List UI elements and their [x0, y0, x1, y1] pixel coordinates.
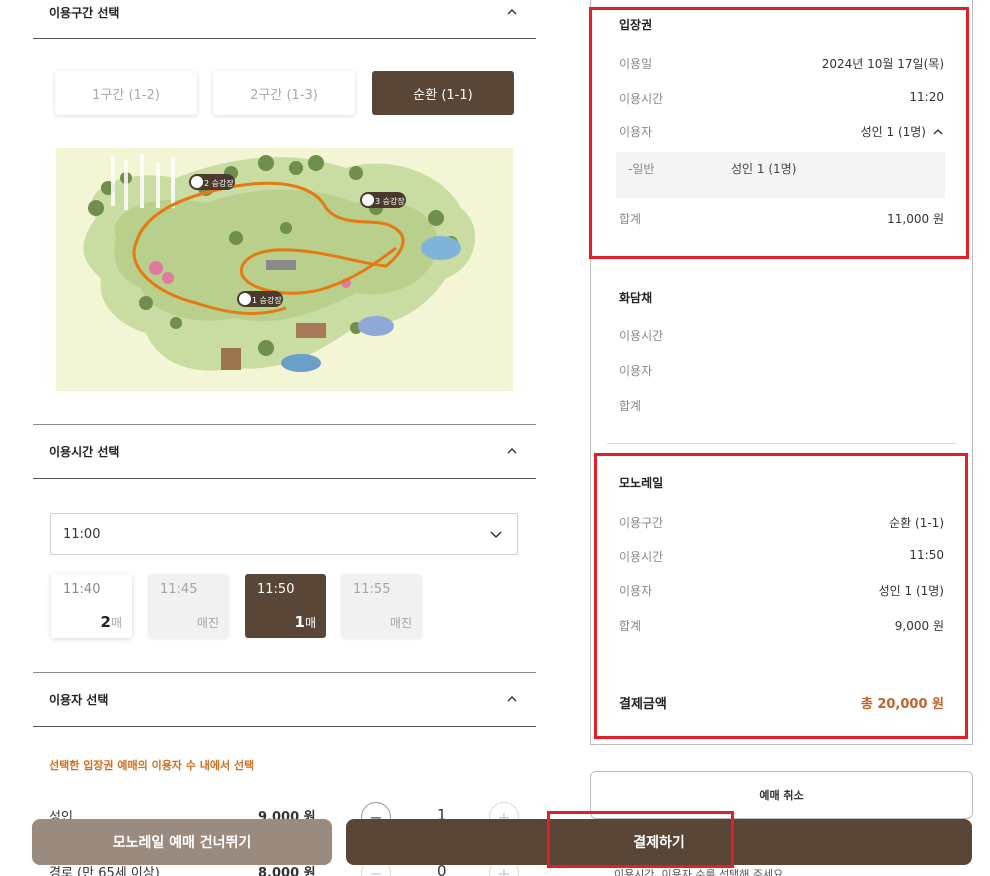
slot-time: 11:45: [160, 582, 198, 597]
time-section-title: 이용시간 선택: [49, 444, 120, 459]
chevron-up-icon: [507, 448, 517, 454]
divider: [33, 424, 536, 425]
cancel-reservation-button[interactable]: 예매 취소: [590, 771, 973, 819]
slot-time: 11:40: [63, 582, 101, 597]
divider: [33, 672, 536, 673]
hwadamchae-title: 화담채: [619, 291, 653, 305]
monorail-time-row: 이용시간 11:50: [619, 548, 944, 564]
user-notice: 선택한 입장권 예매의 이용자 수 내에서 선택: [49, 759, 255, 772]
svg-text:1 승강장: 1 승강장: [252, 295, 282, 305]
monorail-title: 모노레일: [619, 476, 664, 490]
route-option-2[interactable]: 2구간 (1-3): [213, 71, 355, 115]
chevron-up-icon: [507, 9, 517, 15]
hwadamchae-total-row: 합계: [619, 399, 642, 413]
route-section-header[interactable]: 이용구간 선택: [33, 0, 536, 32]
divider: [33, 478, 536, 479]
route-section-title: 이용구간 선택: [49, 5, 120, 20]
slot-soldout: 매진: [389, 616, 412, 630]
hour-select[interactable]: 11:00: [50, 513, 518, 555]
route-option-loop[interactable]: 순환 (1-1): [372, 71, 514, 115]
selection-hint: 이용시간, 이용자 수를 선택해 주세요: [614, 868, 784, 876]
slot-remaining: 2매: [100, 613, 122, 631]
chevron-up-icon: [507, 696, 517, 702]
ticket-time-row: 이용시간 11:20: [619, 90, 944, 106]
svg-text:3 승강장: 3 승강장: [375, 196, 405, 206]
divider: [607, 443, 956, 444]
monorail-user-row: 이용자 성인 1 (1명): [619, 584, 944, 598]
slot-time: 11:50: [257, 582, 295, 597]
payment-amount-value: 총 20,000 원: [860, 697, 944, 712]
hwadamchae-time-row: 이용시간: [619, 329, 664, 343]
monorail-route-map: 1 승강장 2 승강장 3 승강장: [56, 148, 513, 391]
time-section-header[interactable]: 이용시간 선택: [33, 431, 536, 471]
pay-button[interactable]: 결제하기: [346, 819, 972, 865]
chevron-down-icon: [490, 531, 502, 539]
payment-amount-label: 결제금액: [619, 697, 667, 712]
time-slot-1150[interactable]: 11:50 1매: [245, 574, 326, 638]
slot-time: 11:55: [353, 582, 391, 597]
route-option-1[interactable]: 1구간 (1-2): [55, 71, 197, 115]
monorail-route-row: 이용구간 순환 (1-1): [619, 516, 944, 530]
station-3-pin: 3 승강장: [360, 192, 406, 208]
reservation-summary-panel: 입장권 이용일 2024년 10월 17일(목) 이용시간 11:20 이용자 …: [590, 0, 973, 745]
divider: [33, 38, 536, 39]
user-section-header[interactable]: 이용자 선택: [33, 679, 536, 719]
user-section-title: 이용자 선택: [49, 692, 109, 707]
time-slot-1155[interactable]: 11:55 매진: [341, 574, 422, 638]
station-1-pin: 1 승강장: [237, 291, 283, 307]
slot-soldout: 매진: [196, 616, 219, 630]
slot-remaining: 1매: [294, 613, 316, 631]
ticket-user-row[interactable]: 이용자 성인 1 (1명): [619, 123, 944, 141]
hwadamchae-user-row: 이용자: [619, 364, 653, 378]
ticket-title: 입장권: [619, 18, 653, 32]
monorail-total-row: 합계 9,000 원: [619, 619, 944, 633]
ticket-date-row: 이용일 2024년 10월 17일(목): [619, 57, 944, 71]
station-2-pin: 2 승강장: [189, 174, 235, 190]
ticket-total-row: 합계 11,000 원: [619, 212, 944, 226]
svg-text:2 승강장: 2 승강장: [204, 178, 234, 188]
time-slot-1140[interactable]: 11:40 2매: [51, 574, 132, 638]
time-slot-1145[interactable]: 11:45 매진: [148, 574, 229, 638]
skip-monorail-button[interactable]: 모노레일 예매 건너뛰기: [32, 819, 332, 865]
divider: [33, 726, 536, 727]
hour-select-value: 11:00: [63, 526, 101, 542]
chevron-up-icon[interactable]: [932, 126, 944, 138]
ticket-detail-box: -일반 성인 1 (1명): [616, 152, 945, 198]
